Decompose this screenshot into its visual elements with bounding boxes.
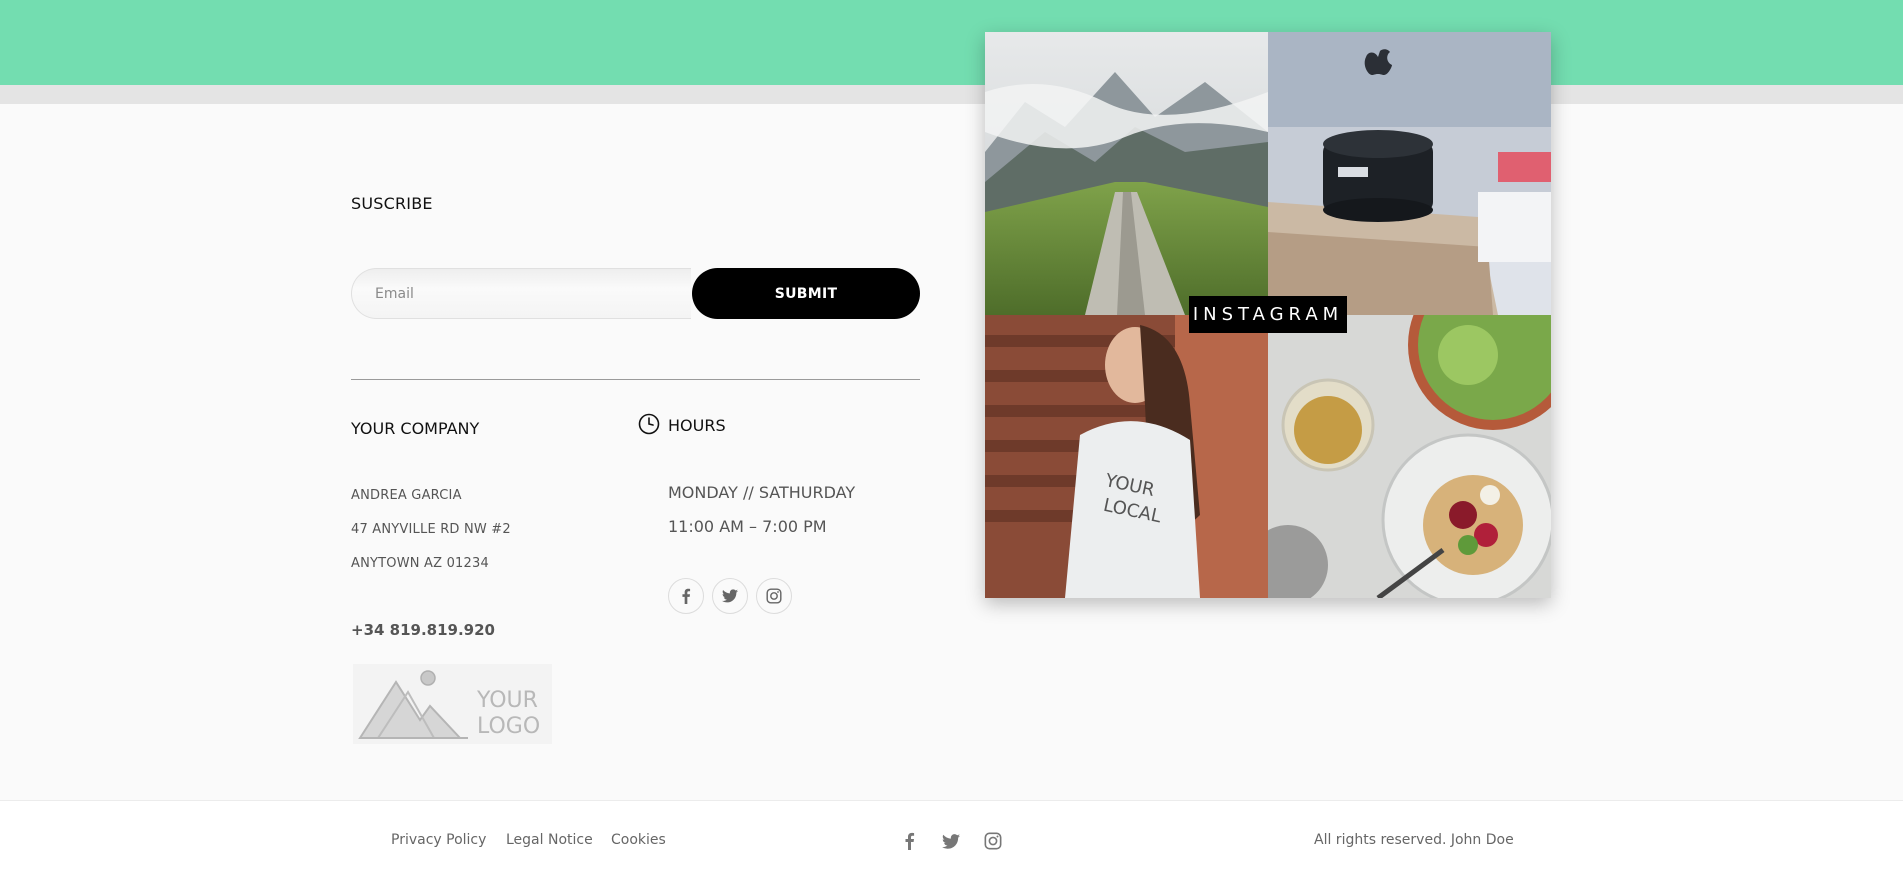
footer-twitter-button[interactable] [940,830,962,852]
footer-link-privacy-policy[interactable]: Privacy Policy [391,832,486,848]
footer-copyright: All rights reserved. John Doe [1314,832,1514,848]
email-input[interactable] [351,268,691,319]
instagram-icon [766,588,782,604]
instagram-photo-mountains[interactable] [985,32,1268,315]
instagram-photo-food[interactable] [1268,315,1551,598]
company-contact-name: ANDREA GARCIA [351,488,462,503]
instagram-icon [984,832,1002,850]
instagram-photo-camera-lens[interactable] [1268,32,1551,315]
company-address-line2: ANYTOWN AZ 01234 [351,556,489,571]
subscribe-title: SUSCRIBE [351,194,433,213]
clock-icon [638,413,660,435]
footer-instagram-button[interactable] [982,830,1004,852]
logo-text-line1: YOUR [477,688,538,713]
subscribe-form: SUBMIT [351,268,920,319]
company-logo: YOUR LOGO [353,664,552,744]
submit-button[interactable]: SUBMIT [692,268,920,319]
facebook-icon [682,588,691,604]
instagram-label: INSTAGRAM [1189,296,1347,333]
main-section [0,104,1903,800]
facebook-icon [905,832,914,850]
facebook-button[interactable] [668,578,704,614]
logo-text: YOUR LOGO [477,688,540,740]
hours-title: HOURS [668,416,726,435]
logo-mountain-icon [358,670,468,739]
instagram-photo-woman[interactable]: YOUR LOCAL [985,315,1268,598]
company-title: YOUR COMPANY [351,419,480,438]
twitter-icon [722,589,738,603]
twitter-button[interactable] [712,578,748,614]
footer-link-legal-notice[interactable]: Legal Notice [506,832,593,848]
instagram-button[interactable] [756,578,792,614]
hours-days: MONDAY // SATHURDAY [668,483,856,502]
footer-facebook-button[interactable] [898,830,920,852]
hours-time: 11:00 AM – 7:00 PM [668,517,827,536]
footer-link-cookies[interactable]: Cookies [611,832,666,848]
section-divider [351,379,920,380]
top-band-shadow [0,85,1903,104]
company-phone: +34 819.819.920 [351,621,495,639]
top-accent-band [0,0,1903,85]
company-address-line1: 47 ANYVILLE RD NW #2 [351,522,511,537]
logo-text-line2: LOGO [477,714,541,739]
twitter-icon [942,833,960,849]
